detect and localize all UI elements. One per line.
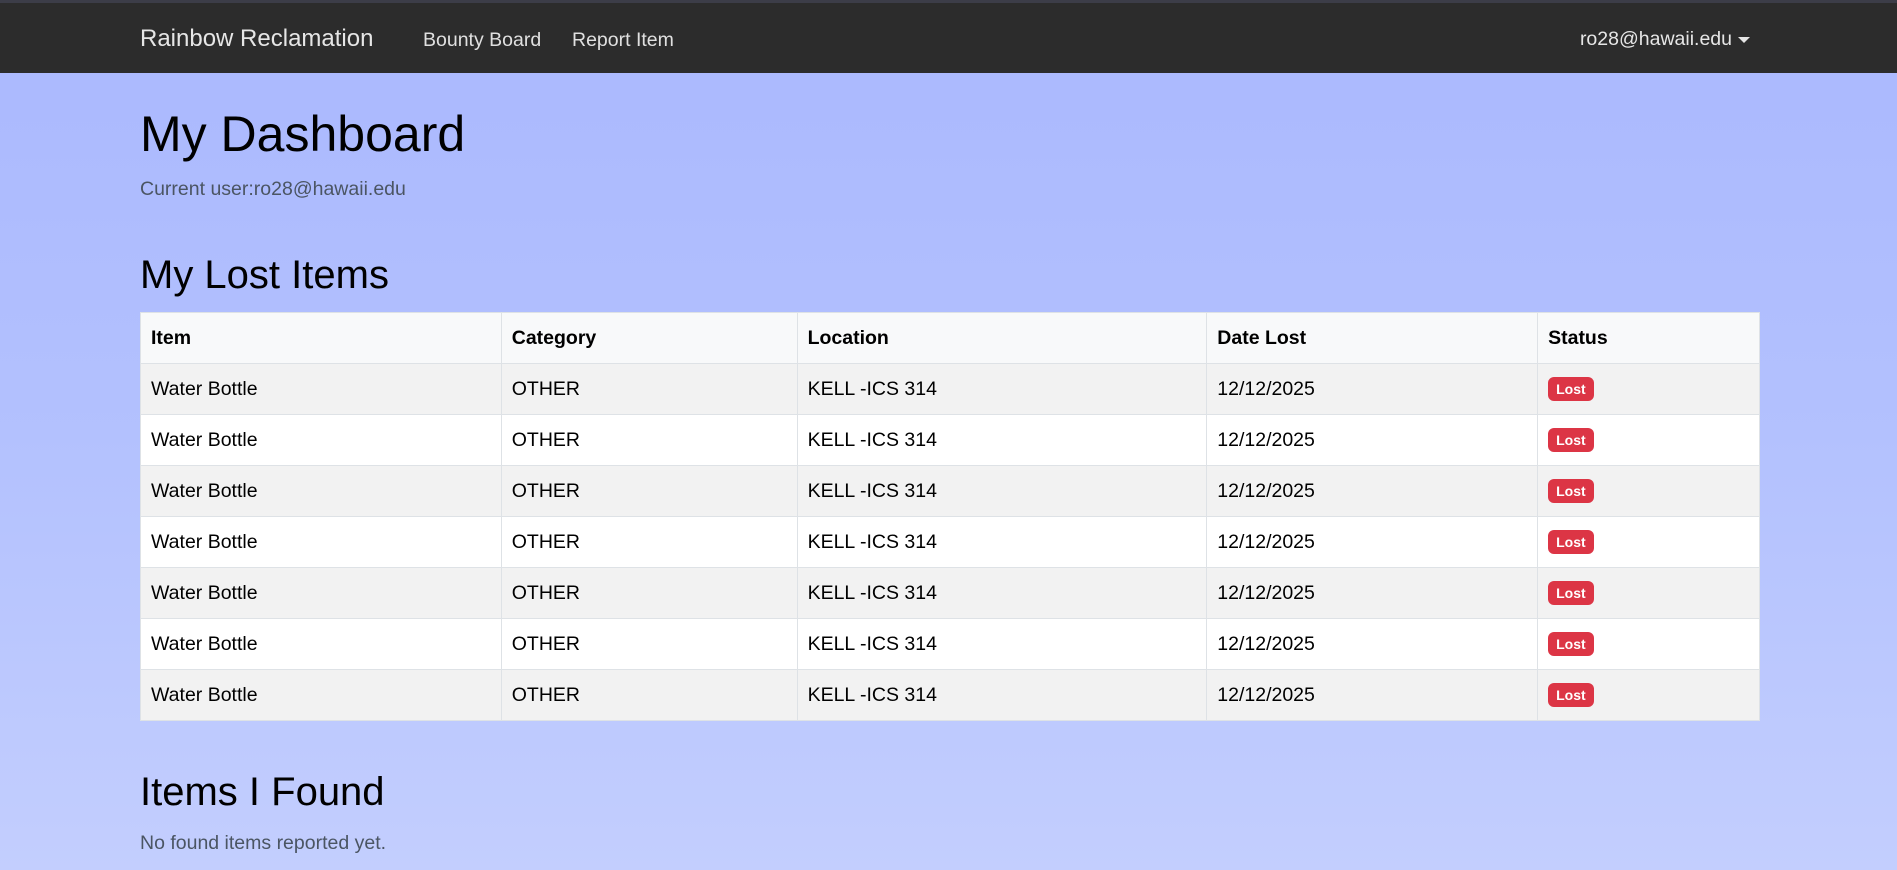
date-lost-text: 12/12/2025 [1217,683,1315,706]
item-text: Water Bottle [151,683,258,706]
header-date-lost: Date Lost [1206,312,1539,364]
date-lost-text: 12/12/2025 [1217,581,1315,604]
cell-date-lost: 12/12/2025 [1206,567,1539,619]
status-badge: Lost [1548,683,1594,707]
category-text: OTHER [511,632,580,655]
cell-status: Lost [1537,669,1760,721]
item-text: Water Bottle [151,377,258,400]
found-empty-message: No found items reported yet. [140,832,387,854]
cell-date-lost: 12/12/2025 [1206,516,1539,568]
cell-date-lost: 12/12/2025 [1206,618,1539,670]
cell-status: Lost [1537,465,1760,517]
category-text: OTHER [511,683,580,706]
item-text: Water Bottle [151,428,258,451]
date-lost-text: 12/12/2025 [1217,530,1315,553]
cell-date-lost: 12/12/2025 [1206,363,1539,415]
status-badge: Lost [1548,581,1594,605]
category-text: OTHER [511,479,580,502]
cell-location: KELL -ICS 314 [796,567,1208,619]
date-lost-text: 12/12/2025 [1217,428,1315,451]
item-text: Water Bottle [151,479,258,502]
date-lost-text: 12/12/2025 [1217,479,1315,502]
date-lost-text: 12/12/2025 [1217,377,1315,400]
current-user: Current user:ro28@hawaii.edu [140,178,406,200]
lost-items-heading: My Lost Items [140,253,389,297]
table-row: Water Bottle OTHER KELL -ICS 314 12/12/2025… [140,465,1760,517]
location-text: KELL -ICS 314 [807,428,937,451]
table-row: Water Bottle OTHER KELL -ICS 314 12/12/2025… [140,618,1760,670]
cell-status: Lost [1537,618,1760,670]
status-badge: Lost [1548,530,1594,554]
table-row: Water Bottle OTHER KELL -ICS 314 12/12/2025… [140,414,1760,466]
item-text: Water Bottle [151,581,258,604]
item-text: Water Bottle [151,632,258,655]
caret-down-icon [1738,36,1750,43]
nav-report-item[interactable]: Report Item [572,29,674,52]
cell-date-lost: 12/12/2025 [1206,414,1539,466]
category-text: OTHER [511,377,580,400]
cell-item: Water Bottle [140,363,502,415]
cell-category: OTHER [500,516,798,568]
header-status: Status [1537,312,1760,364]
cell-category: OTHER [500,618,798,670]
item-text: Water Bottle [151,530,258,553]
cell-item: Water Bottle [140,618,502,670]
found-items-heading: Items I Found [140,770,385,814]
header-item: Item [140,312,502,364]
cell-status: Lost [1537,414,1760,466]
cell-category: OTHER [500,414,798,466]
header-category: Category [500,312,798,364]
location-text: KELL -ICS 314 [807,479,937,502]
location-text: KELL -ICS 314 [807,530,937,553]
cell-item: Water Bottle [140,414,502,466]
cell-category: OTHER [500,363,798,415]
user-dropdown[interactable]: ro28@hawaii.edu [1580,28,1750,51]
user-email: ro28@hawaii.edu [1579,28,1732,50]
table-row: Water Bottle OTHER KELL -ICS 314 12/12/2025… [140,669,1760,721]
location-text: KELL -ICS 314 [807,683,937,706]
cell-date-lost: 12/12/2025 [1206,465,1539,517]
table-row: Water Bottle OTHER KELL -ICS 314 12/12/2025… [140,567,1760,619]
page-title: My Dashboard [140,106,466,162]
status-badge: Lost [1548,632,1594,656]
cell-location: KELL -ICS 314 [796,669,1208,721]
cell-date-lost: 12/12/2025 [1206,669,1539,721]
nav-bounty-board[interactable]: Bounty Board [423,29,541,52]
cell-item: Water Bottle [140,516,502,568]
date-lost-text: 12/12/2025 [1217,632,1315,655]
cell-category: OTHER [500,567,798,619]
location-text: KELL -ICS 314 [807,377,937,400]
location-text: KELL -ICS 314 [807,632,937,655]
table-row: Water Bottle OTHER KELL -ICS 314 12/12/2025… [140,363,1760,415]
cell-status: Lost [1537,567,1760,619]
cell-status: Lost [1537,363,1760,415]
cell-item: Water Bottle [140,465,502,517]
status-badge: Lost [1548,428,1594,452]
status-badge: Lost [1548,479,1594,503]
status-badge: Lost [1548,377,1594,401]
cell-status: Lost [1537,516,1760,568]
lost-items-table: Item Category Location Date Lost Status … [140,312,1760,721]
cell-location: KELL -ICS 314 [796,618,1208,670]
table-header-row: Item Category Location Date Lost Status [140,312,1760,364]
header-location: Location [796,312,1208,364]
cell-category: OTHER [500,465,798,517]
location-text: KELL -ICS 314 [807,581,937,604]
brand-link[interactable]: Rainbow Reclamation [140,25,373,53]
category-text: OTHER [511,530,580,553]
cell-item: Water Bottle [140,567,502,619]
cell-category: OTHER [500,669,798,721]
navbar: Rainbow Reclamation Bounty Board Report … [0,3,1897,73]
category-text: OTHER [511,581,580,604]
cell-location: KELL -ICS 314 [796,516,1208,568]
cell-item: Water Bottle [140,669,502,721]
table-row: Water Bottle OTHER KELL -ICS 314 12/12/2025… [140,516,1760,568]
cell-location: KELL -ICS 314 [796,465,1208,517]
cell-location: KELL -ICS 314 [796,363,1208,415]
cell-location: KELL -ICS 314 [796,414,1208,466]
category-text: OTHER [511,428,580,451]
